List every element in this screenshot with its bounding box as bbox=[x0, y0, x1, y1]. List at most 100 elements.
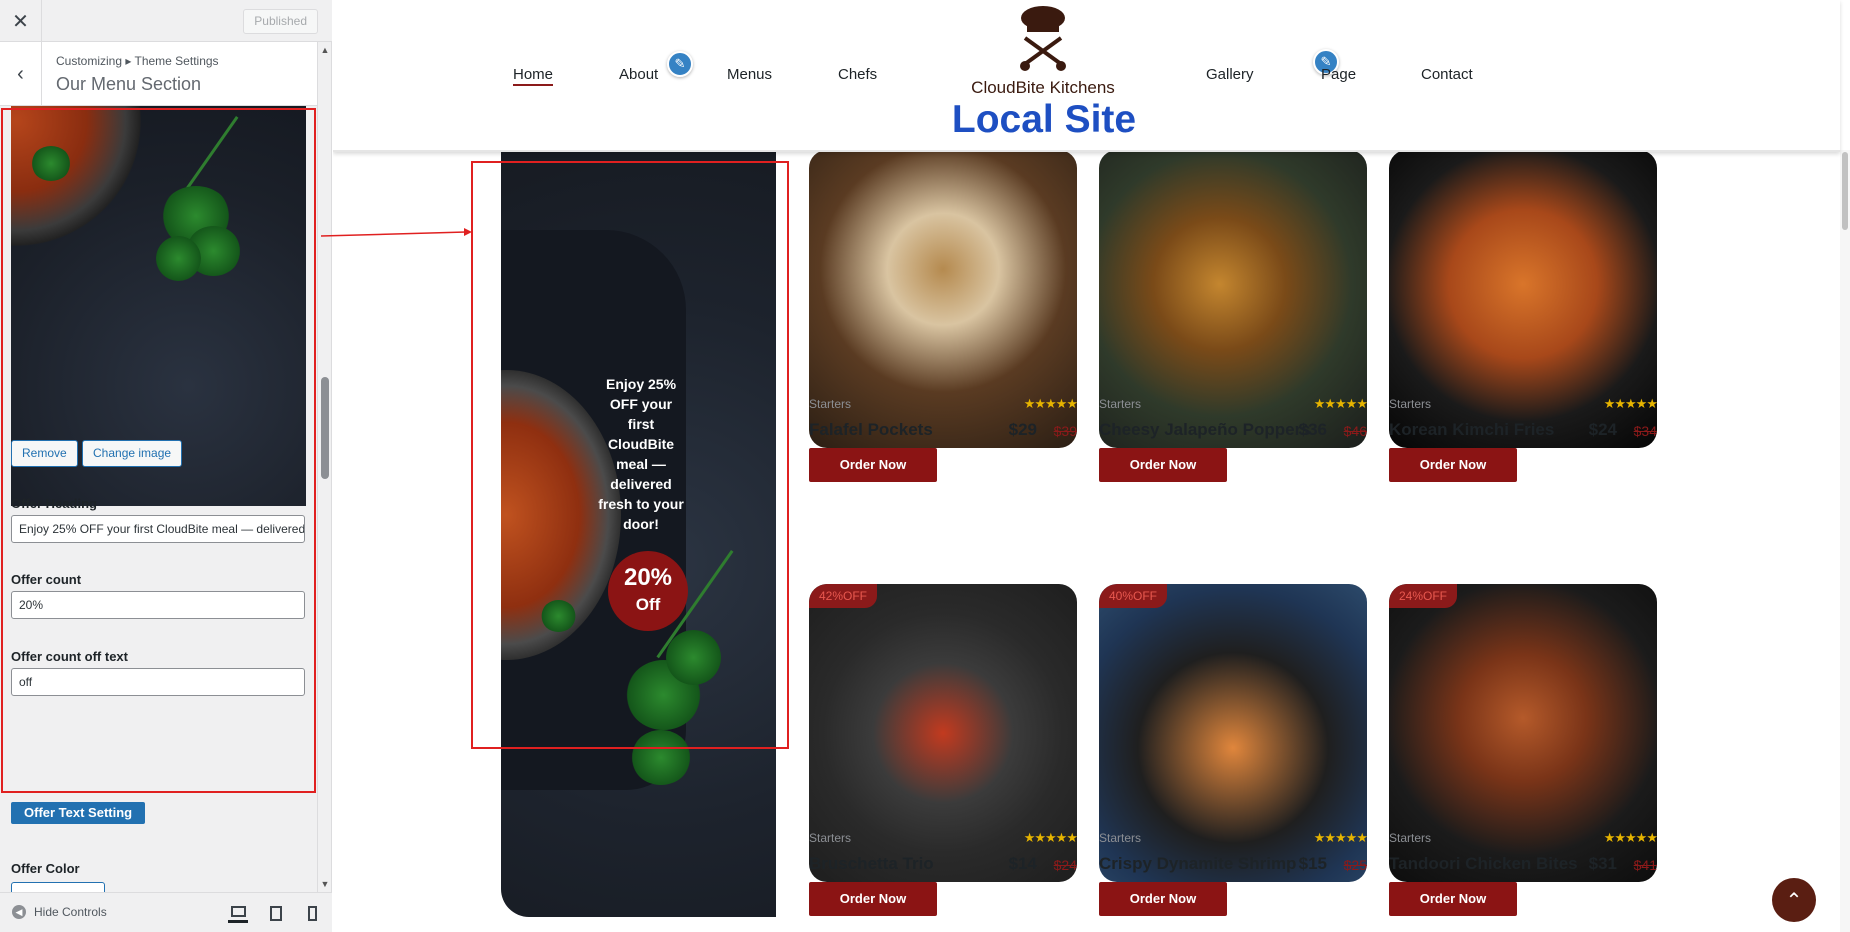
menu-item-category: Starters bbox=[809, 831, 852, 845]
breadcrumb: Customizing ▸ Theme Settings bbox=[56, 54, 219, 68]
menu-card: Starters ★★★★★ Korean Kimchi Fries $24 $… bbox=[1389, 150, 1658, 490]
menu-item-price: $31 bbox=[1588, 854, 1617, 873]
menu-item-category: Starters bbox=[1099, 397, 1142, 411]
offer-heading-input[interactable]: Enjoy 25% OFF your first CloudBite meal … bbox=[11, 515, 305, 543]
close-icon[interactable]: ✕ bbox=[0, 0, 42, 42]
chef-hat-logo-icon[interactable] bbox=[1013, 2, 1073, 72]
controls-scroll-area[interactable]: Remove Change image Offer Heading Enjoy … bbox=[0, 106, 318, 892]
nav-home[interactable]: Home bbox=[513, 66, 554, 86]
menu-item-price: $15 bbox=[1298, 854, 1327, 873]
offer-banner: Enjoy 25% OFF your first CloudBite meal … bbox=[501, 130, 776, 917]
scrollbar-thumb[interactable] bbox=[321, 377, 329, 479]
rating-stars-icon: ★★★★★ bbox=[1023, 830, 1078, 845]
rating-stars-icon: ★★★★★ bbox=[1603, 396, 1658, 411]
change-image-button[interactable]: Change image bbox=[82, 440, 183, 467]
site-preview[interactable]: Enjoy 25% OFF your first CloudBite meal … bbox=[333, 0, 1850, 932]
menu-card: 40%OFF Starters ★★★★★ Crispy Dynamite Sh… bbox=[1099, 584, 1368, 924]
scroll-down-arrow-icon[interactable]: ▼ bbox=[320, 879, 330, 889]
parsley-image bbox=[541, 600, 576, 632]
section-title: Our Menu Section bbox=[56, 74, 202, 94]
menu-card: 42%OFF Starters ★★★★★ Bruschetta Trio $1… bbox=[809, 584, 1078, 924]
collapse-arrow-icon: ◀ bbox=[12, 905, 26, 919]
discount-badge: 42%OFF bbox=[809, 584, 878, 608]
discount-badge: 40%OFF bbox=[1099, 584, 1168, 608]
order-now-button[interactable]: Order Now bbox=[1099, 448, 1227, 482]
nav-about[interactable]: About bbox=[619, 66, 658, 83]
menu-item-category: Starters bbox=[1099, 831, 1142, 845]
menu-item-name[interactable]: Crispy Dynamite Shrimp bbox=[1099, 854, 1296, 874]
offer-badge: 20% Off bbox=[608, 551, 688, 631]
menu-card: 24%OFF Starters ★★★★★ Tandoori Chicken B… bbox=[1389, 584, 1658, 924]
site-brand-name: CloudBite Kitchens bbox=[971, 78, 1115, 97]
menu-item-price: $29 bbox=[1008, 420, 1037, 439]
double-chevron-up-icon[interactable]: ⌃ bbox=[1772, 878, 1816, 922]
menu-item-name[interactable]: Korean Kimchi Fries bbox=[1389, 420, 1554, 440]
back-chevron-icon[interactable]: ‹ bbox=[0, 42, 42, 106]
offer-off-text: Off bbox=[635, 595, 661, 614]
rating-stars-icon: ★★★★★ bbox=[1313, 396, 1368, 411]
rating-stars-icon: ★★★★★ bbox=[1603, 830, 1658, 845]
published-button[interactable]: Published bbox=[243, 9, 318, 34]
menu-item-category: Starters bbox=[1389, 397, 1432, 411]
mobile-icon[interactable] bbox=[302, 903, 322, 923]
discount-badge: 24%OFF bbox=[1389, 584, 1458, 608]
customizer-topbar: ✕ Published bbox=[0, 0, 332, 42]
offer-color-picker[interactable] bbox=[11, 882, 105, 892]
site-title[interactable]: Local Site bbox=[899, 98, 1189, 142]
menu-card: Starters ★★★★★ Cheesy Jalapeño Poppers $… bbox=[1099, 150, 1368, 490]
parsley-image bbox=[156, 236, 201, 281]
order-now-button[interactable]: Order Now bbox=[1389, 882, 1517, 916]
order-now-button[interactable]: Order Now bbox=[1099, 882, 1227, 916]
menu-card: Starters ★★★★★ Falafel Pockets $29 $39 O… bbox=[809, 150, 1078, 490]
menu-item-name[interactable]: Tandoori Chicken Bites bbox=[1389, 854, 1578, 874]
rating-stars-icon: ★★★★★ bbox=[1023, 396, 1078, 411]
scrollbar-thumb[interactable] bbox=[1842, 152, 1848, 230]
menu-item-price: $14 bbox=[1008, 854, 1037, 873]
offer-off-text-input[interactable]: off bbox=[11, 668, 305, 696]
nav-chefs[interactable]: Chefs bbox=[838, 66, 877, 83]
nav-page[interactable]: Page bbox=[1321, 66, 1356, 83]
edit-pencil-icon[interactable]: ✎ bbox=[667, 51, 693, 77]
offer-heading: Enjoy 25% OFF your first CloudBite meal … bbox=[598, 376, 684, 532]
tablet-icon[interactable] bbox=[266, 903, 286, 923]
desktop-icon[interactable] bbox=[228, 903, 248, 923]
menu-item-price: $24 bbox=[1588, 420, 1617, 439]
offer-count: 20% bbox=[623, 564, 673, 591]
order-now-button[interactable]: Order Now bbox=[1389, 448, 1517, 482]
menu-item-name[interactable]: Falafel Pockets bbox=[809, 420, 933, 440]
parsley-image bbox=[31, 146, 71, 181]
menu-item-old-price: $39 bbox=[1053, 423, 1077, 439]
pasta-bowl-image bbox=[11, 106, 141, 246]
nav-menus[interactable]: Menus bbox=[727, 66, 772, 83]
offer-text-setting-button[interactable]: Offer Text Setting bbox=[11, 802, 146, 824]
scroll-up-arrow-icon[interactable]: ▲ bbox=[320, 45, 330, 55]
order-now-button[interactable]: Order Now bbox=[809, 882, 937, 916]
parsley-image bbox=[631, 730, 691, 785]
offer-heading-label: Offer Heading bbox=[11, 496, 97, 511]
offer-color-label: Offer Color bbox=[11, 861, 80, 876]
parsley-image bbox=[666, 630, 721, 685]
hide-controls-label: Hide Controls bbox=[34, 905, 107, 919]
menu-item-category: Starters bbox=[809, 397, 852, 411]
sidebar-scrollbar[interactable]: ▲ ▼ bbox=[317, 42, 331, 892]
rating-stars-icon: ★★★★★ bbox=[1313, 830, 1368, 845]
menu-item-old-price: $25 bbox=[1343, 857, 1367, 873]
site-header: Home About ✎ Menus Chefs CloudBite Kitch… bbox=[333, 0, 1840, 152]
section-header: ‹ Customizing ▸ Theme Settings Our Menu … bbox=[0, 42, 318, 106]
menu-item-old-price: $34 bbox=[1633, 423, 1657, 439]
remove-image-button[interactable]: Remove bbox=[11, 440, 78, 467]
hide-controls-button[interactable]: ◀ Hide Controls bbox=[12, 905, 107, 919]
menu-item-category: Starters bbox=[1389, 831, 1432, 845]
offer-off-text-label: Offer count off text bbox=[11, 649, 128, 664]
menu-item-name[interactable]: Cheesy Jalapeño Poppers bbox=[1099, 420, 1311, 440]
nav-gallery[interactable]: Gallery bbox=[1206, 66, 1254, 83]
customizer-footer: ◀ Hide Controls bbox=[0, 892, 332, 932]
offer-count-input[interactable]: 20% bbox=[11, 591, 305, 619]
order-now-button[interactable]: Order Now bbox=[809, 448, 937, 482]
preview-scrollbar[interactable] bbox=[1840, 150, 1850, 932]
menu-item-name[interactable]: Bruschetta Trio bbox=[809, 854, 934, 874]
customizer-sidebar: ✕ Published ‹ Customizing ▸ Theme Settin… bbox=[0, 0, 332, 932]
menu-item-old-price: $24 bbox=[1053, 857, 1077, 873]
nav-contact[interactable]: Contact bbox=[1421, 66, 1473, 83]
menu-item-old-price: $46 bbox=[1343, 423, 1367, 439]
